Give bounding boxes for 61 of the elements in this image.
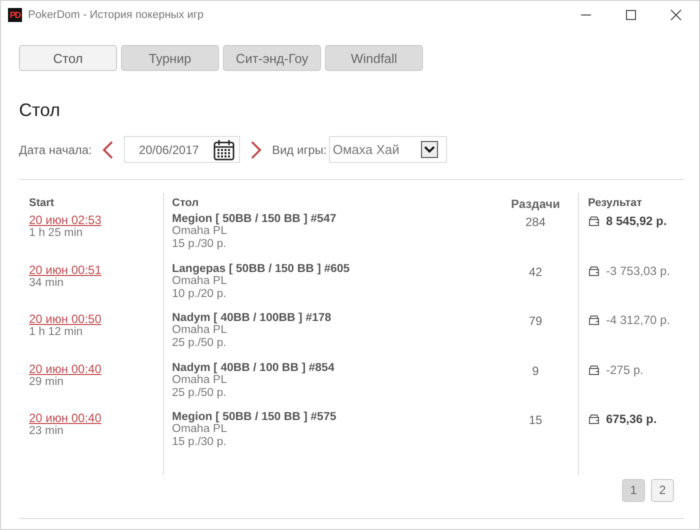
table-name: Langepas [ 50BB / 150 BB ] #605 bbox=[172, 262, 351, 274]
result-amount: -3 753,03 р. bbox=[606, 262, 670, 278]
hands-count: 15 bbox=[528, 413, 542, 427]
stakes-text: 10 р./20 р. bbox=[172, 288, 228, 300]
result-amount: -4 312,70 р. bbox=[606, 312, 670, 327]
wallet-icon bbox=[588, 216, 600, 227]
window-title: PokerDom - История покерных игр bbox=[28, 9, 205, 21]
wallet-icon bbox=[588, 414, 600, 425]
start-time-link[interactable]: 20 июн 00:50 bbox=[29, 312, 102, 326]
result-amount: -275 р. bbox=[606, 362, 644, 376]
tab[interactable]: Сит-энд-Гоу bbox=[223, 45, 321, 71]
hands-count: 284 bbox=[525, 215, 546, 229]
section-heading: Стол bbox=[19, 100, 62, 121]
duration-text: 29 min bbox=[29, 376, 65, 388]
table-name: Megion [ 50BB / 150 BB ] #575 bbox=[172, 411, 338, 423]
stakes-text: 15 р./30 р. bbox=[172, 436, 228, 449]
hands-count: 79 bbox=[528, 314, 542, 328]
table-name: Megion [ 50BB / 150 BB ] #547 bbox=[172, 213, 338, 225]
duration-text: 23 min bbox=[29, 425, 65, 438]
column-header: Результат bbox=[587, 196, 644, 211]
column-header: Стол bbox=[163, 193, 493, 213]
date-field[interactable]: 20/06/2017 bbox=[124, 136, 240, 163]
calendar-icon[interactable] bbox=[212, 138, 235, 160]
page-button[interactable]: 2 bbox=[651, 478, 674, 502]
column-header: Start bbox=[28, 196, 56, 211]
table-name: Nadym [ 40BB / 100 BB ] #854 bbox=[172, 362, 336, 374]
wallet-icon bbox=[588, 364, 600, 376]
tab[interactable]: Windfall bbox=[325, 45, 423, 71]
duration-text: 1 h 12 min bbox=[29, 326, 84, 339]
column-header: Раздачи bbox=[493, 193, 579, 213]
game-type: Omaha PL bbox=[172, 374, 228, 386]
field-label: Дата начала: bbox=[19, 142, 92, 156]
dropdown-icon[interactable] bbox=[421, 141, 438, 158]
game-select[interactable]: Омаха Хай bbox=[328, 136, 448, 163]
start-time-link[interactable]: 20 июн 02:53 bbox=[29, 213, 102, 227]
start-time-link[interactable]: 20 июн 00:40 bbox=[29, 411, 102, 425]
field-label: Вид игры: bbox=[272, 142, 327, 156]
close-icon[interactable] bbox=[670, 9, 682, 21]
result-amount: 8 545,92 р. bbox=[606, 213, 667, 228]
wallet-icon bbox=[588, 315, 600, 326]
stakes-text: 15 р./30 р. bbox=[172, 238, 228, 251]
hands-count: 9 bbox=[532, 364, 539, 378]
table-name: Nadym [ 40BB / 100BB ] #178 bbox=[172, 312, 332, 324]
game-type: Omaha PL bbox=[172, 324, 228, 337]
start-time-link[interactable]: 20 июн 00:40 bbox=[29, 362, 102, 376]
game-type: Omaha PL bbox=[172, 274, 228, 288]
duration-text: 1 h 25 min bbox=[29, 227, 84, 240]
duration-text: 34 min bbox=[29, 276, 65, 290]
game-type: Omaha PL bbox=[172, 225, 228, 238]
app-logo: PD bbox=[8, 8, 22, 22]
hands-count: 42 bbox=[528, 264, 542, 278]
page-button[interactable]: 1 bbox=[622, 478, 645, 502]
tab[interactable]: Турнир bbox=[121, 45, 219, 71]
start-time-link[interactable]: 20 июн 00:51 bbox=[29, 262, 102, 276]
tab[interactable]: Стол bbox=[19, 45, 117, 71]
stakes-text: 25 р./50 р. bbox=[172, 337, 228, 350]
result-amount: 675,36 р. bbox=[606, 411, 657, 426]
wallet-icon bbox=[588, 266, 600, 276]
stakes-text: 25 р./50 р. bbox=[172, 386, 228, 400]
maximize-icon[interactable] bbox=[625, 9, 637, 21]
game-type: Omaha PL bbox=[172, 423, 228, 436]
